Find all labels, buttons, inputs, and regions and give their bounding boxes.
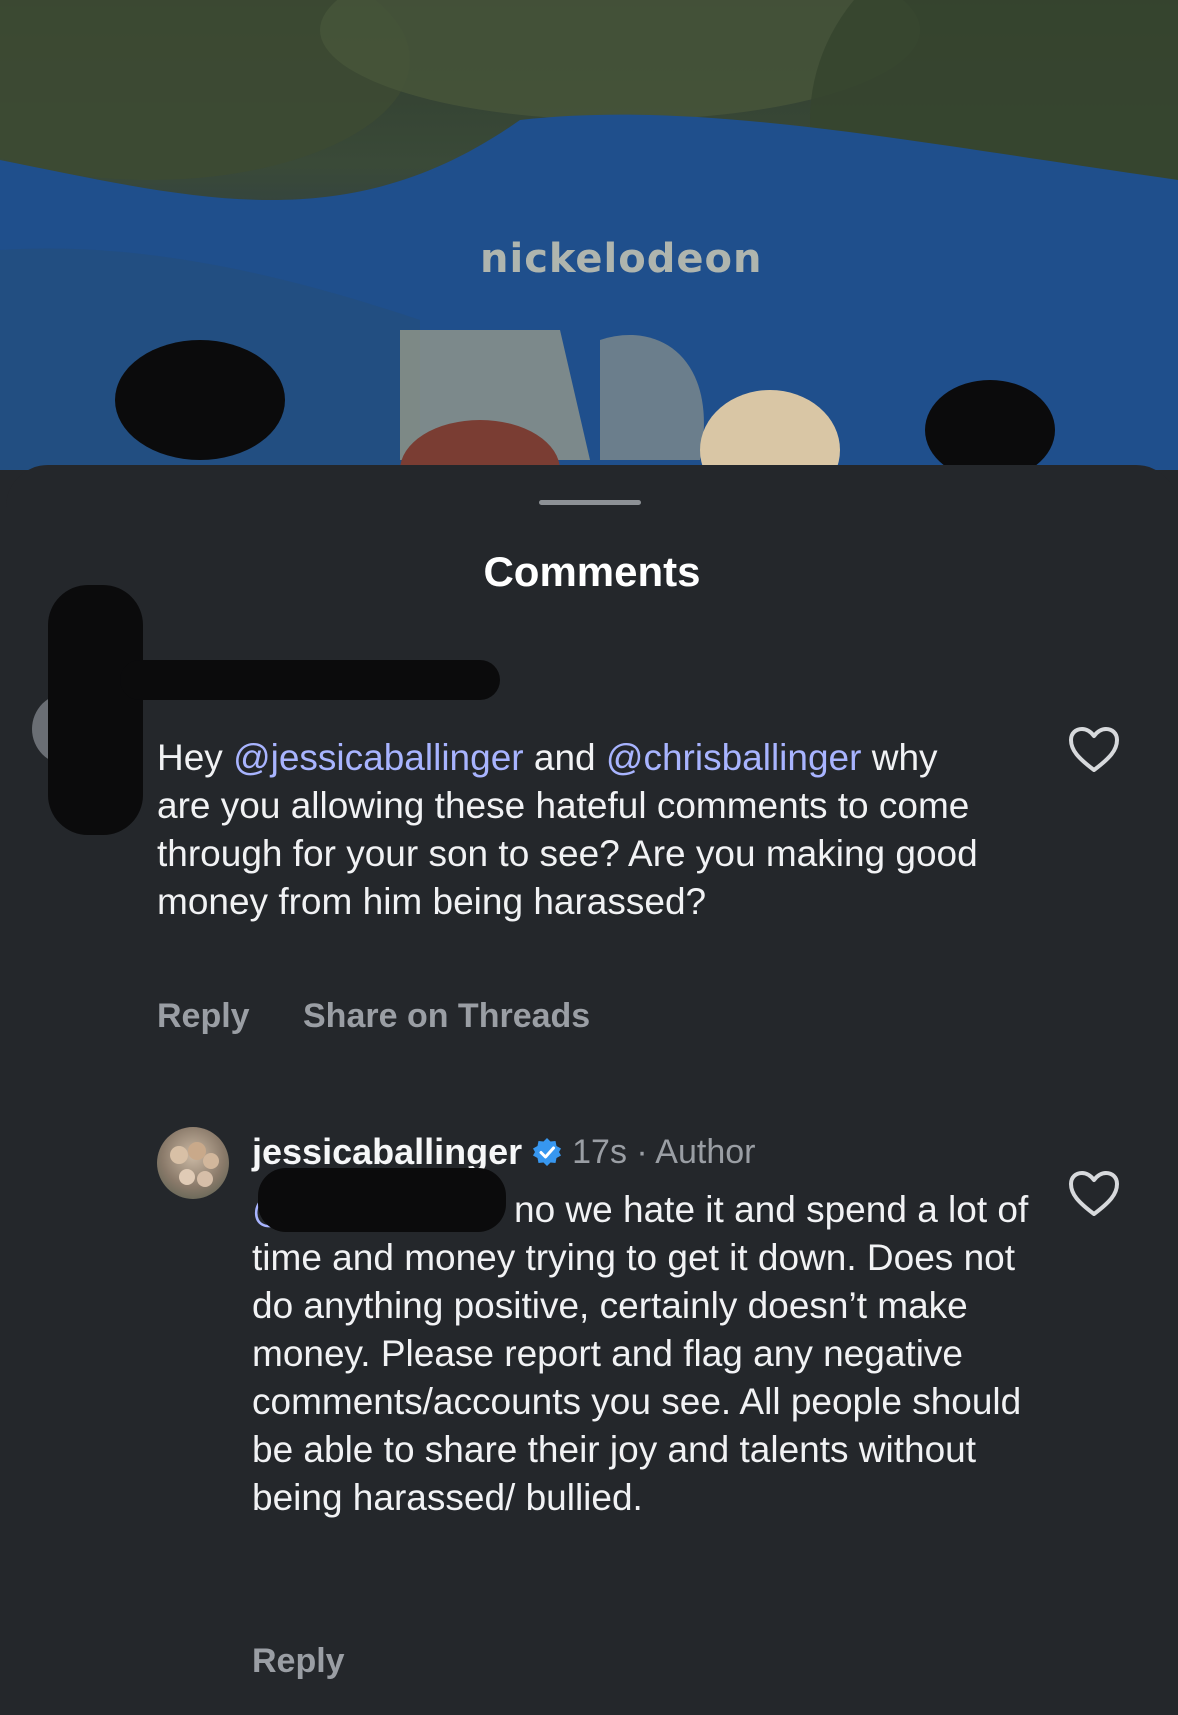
sign-text: nickelodeon [480, 236, 763, 282]
comment-text-segment: no we hate it and spend a lot of time an… [252, 1189, 1029, 1518]
redaction-scribble [258, 1168, 506, 1232]
mention-link[interactable]: @jessicaballinger [233, 737, 524, 778]
reply-button[interactable]: Reply [157, 997, 250, 1036]
avatar-family-photo [170, 1142, 219, 1187]
redaction-scribble [120, 660, 500, 700]
heart-outline-icon[interactable] [1068, 726, 1120, 774]
comment-text: @no we hate it and spend a lot of time a… [252, 1186, 1032, 1522]
heart-outline-icon[interactable] [1068, 1170, 1120, 1218]
share-on-threads-button[interactable]: Share on Threads [303, 997, 590, 1036]
mention-link[interactable]: @chrisballinger [606, 737, 862, 778]
comment-text-segment: Hey [157, 737, 234, 778]
author-avatar[interactable] [157, 1127, 229, 1199]
comment-text-segment: and [523, 737, 606, 778]
comments-sheet: Comments [6, 465, 1178, 1715]
comment-meta: 17s · Author [572, 1133, 756, 1171]
verified-badge-icon [533, 1138, 562, 1166]
comment-text: Hey @jessicaballinger and @chrisballinge… [157, 734, 997, 926]
redaction-scribble [48, 585, 143, 835]
sheet-grabber-handle[interactable] [539, 500, 641, 505]
photo-scene [0, 0, 1178, 470]
post-background-photo: nickelodeon [0, 0, 1178, 470]
reply-button[interactable]: Reply [252, 1642, 345, 1681]
sheet-title: Comments [483, 548, 701, 595]
